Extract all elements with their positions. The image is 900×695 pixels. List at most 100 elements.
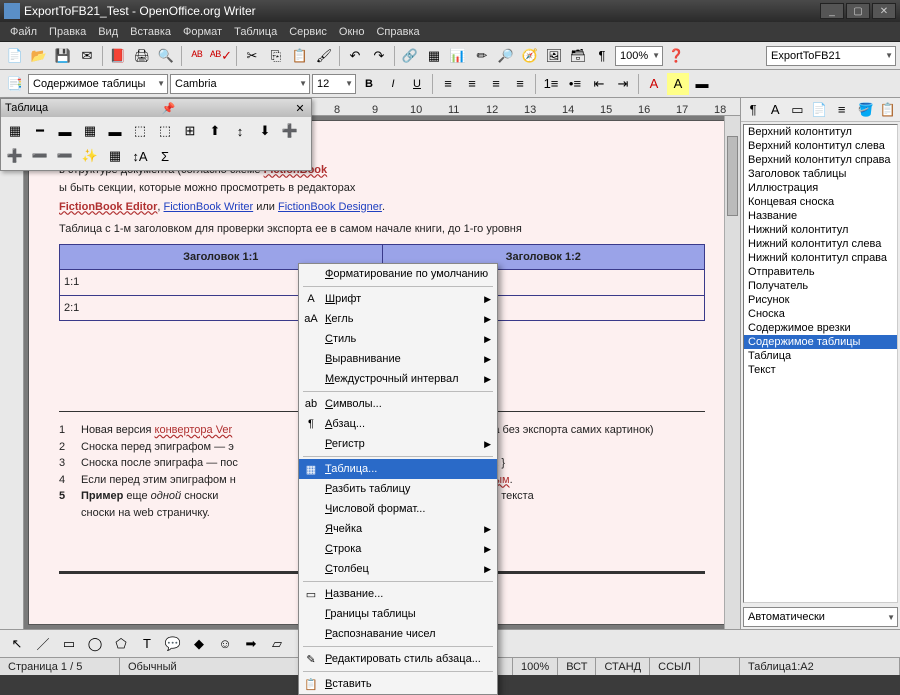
- link[interactable]: FictionBook Editor: [59, 201, 157, 213]
- tb-insertcol-icon[interactable]: ➕: [3, 144, 27, 168]
- menu-item[interactable]: Столбец▶: [299, 559, 497, 579]
- save-button[interactable]: 💾: [52, 45, 74, 67]
- nonprinting-button[interactable]: ¶: [591, 45, 613, 67]
- preview-button[interactable]: 🔍: [155, 45, 177, 67]
- menu-edit[interactable]: Правка: [43, 24, 92, 40]
- numbering-button[interactable]: 1≡: [540, 73, 562, 95]
- fontsize-combo[interactable]: 12▼: [312, 74, 356, 94]
- align-left-button[interactable]: ≡: [437, 73, 459, 95]
- tb-linestyle-icon[interactable]: ━: [28, 119, 52, 143]
- datasources-button[interactable]: 🗃: [567, 45, 589, 67]
- tb-bottom-icon[interactable]: ⬇: [253, 119, 277, 143]
- styles-button[interactable]: 📑: [4, 73, 26, 95]
- line-icon[interactable]: ／: [32, 633, 54, 655]
- print-button[interactable]: 🖨: [131, 45, 153, 67]
- parastyle-combo[interactable]: Содержимое таблицы▼: [28, 74, 168, 94]
- fontname-combo[interactable]: Cambria▼: [170, 74, 310, 94]
- status-zoom[interactable]: 100%: [513, 658, 558, 675]
- menu-file[interactable]: Файл: [4, 24, 43, 40]
- menu-item[interactable]: Регистр▶: [299, 434, 497, 454]
- arrows-icon[interactable]: ➡: [240, 633, 262, 655]
- close-icon[interactable]: ✕: [293, 102, 307, 115]
- basicshapes-icon[interactable]: ◆: [188, 633, 210, 655]
- style-item[interactable]: Нижний колонтитул: [744, 223, 897, 237]
- menu-item[interactable]: Границы таблицы: [299, 604, 497, 624]
- charstyles-icon[interactable]: A: [765, 99, 785, 121]
- menu-item[interactable]: Название...▭: [299, 584, 497, 604]
- italic-button[interactable]: I: [382, 73, 404, 95]
- menu-format[interactable]: Формат: [177, 24, 228, 40]
- style-item[interactable]: Содержимое таблицы: [744, 335, 897, 349]
- style-item[interactable]: Заголовок таблицы: [744, 167, 897, 181]
- context-menu[interactable]: Форматирование по умолчанию ШрифтA▶Кегльa…: [298, 263, 498, 695]
- symbolshapes-icon[interactable]: ☺: [214, 633, 236, 655]
- menu-item[interactable]: Символы...ab: [299, 394, 497, 414]
- menu-item[interactable]: КегльaA▶: [299, 309, 497, 329]
- bgcolor-button[interactable]: ▬: [691, 73, 713, 95]
- underline-button[interactable]: U: [406, 73, 428, 95]
- pagestyles-icon[interactable]: 📄: [809, 99, 829, 121]
- tb-optimize-icon[interactable]: ⊞: [178, 119, 202, 143]
- menu-item[interactable]: Таблица...▦: [299, 459, 497, 479]
- fontcolor-button[interactable]: A: [643, 73, 665, 95]
- align-right-button[interactable]: ≡: [485, 73, 507, 95]
- vertical-scrollbar[interactable]: [724, 116, 740, 629]
- navigator-button[interactable]: 🧭: [519, 45, 541, 67]
- menu-item[interactable]: Абзац...¶: [299, 414, 497, 434]
- show-draw-button[interactable]: ✏: [471, 45, 493, 67]
- style-item[interactable]: Таблица: [744, 349, 897, 363]
- close-button[interactable]: ✕: [872, 3, 896, 19]
- tb-bgcolor-icon[interactable]: ▬: [103, 119, 127, 143]
- tb-top-icon[interactable]: ⬆: [203, 119, 227, 143]
- menu-item[interactable]: Редактировать стиль абзаца...✎: [299, 649, 497, 669]
- style-item[interactable]: Концевая сноска: [744, 195, 897, 209]
- menu-item[interactable]: Форматирование по умолчанию: [299, 264, 497, 284]
- style-item[interactable]: Иллюстрация: [744, 181, 897, 195]
- format-paint-button[interactable]: 🖌: [313, 45, 335, 67]
- minimize-button[interactable]: _: [820, 3, 844, 19]
- menu-item[interactable]: Распознавание чисел: [299, 624, 497, 644]
- style-item[interactable]: Сноска: [744, 307, 897, 321]
- bullets-button[interactable]: •≡: [564, 73, 586, 95]
- decrease-indent-button[interactable]: ⇤: [588, 73, 610, 95]
- help-button[interactable]: ❓: [665, 45, 687, 67]
- table-button[interactable]: ▦: [423, 45, 445, 67]
- menu-item[interactable]: Междустрочный интервал▶: [299, 369, 497, 389]
- menu-window[interactable]: Окно: [333, 24, 371, 40]
- menu-item[interactable]: Выравнивание▶: [299, 349, 497, 369]
- tb-merge-icon[interactable]: ⬚: [128, 119, 152, 143]
- menu-item[interactable]: Ячейка▶: [299, 519, 497, 539]
- pdf-button[interactable]: 📕: [107, 45, 129, 67]
- style-item[interactable]: Рисунок: [744, 293, 897, 307]
- rect-icon[interactable]: ▭: [58, 633, 80, 655]
- flowchart-icon[interactable]: ▱: [266, 633, 288, 655]
- style-item[interactable]: Название: [744, 209, 897, 223]
- tb-split-icon[interactable]: ⬚: [153, 119, 177, 143]
- tb-props-icon[interactable]: ▦: [103, 144, 127, 168]
- highlight-button[interactable]: A: [667, 73, 689, 95]
- status-cell[interactable]: Таблица1:A2: [740, 658, 900, 675]
- table-toolbar[interactable]: Таблица 📌 ✕ ▦ ━ ▬ ▦ ▬ ⬚ ⬚ ⊞ ⬆ ↕ ⬇ ➕ ➕ ➖ …: [0, 98, 312, 171]
- menu-item[interactable]: Разбить таблицу: [299, 479, 497, 499]
- align-center-button[interactable]: ≡: [461, 73, 483, 95]
- email-button[interactable]: ✉: [76, 45, 98, 67]
- bold-button[interactable]: B: [358, 73, 380, 95]
- status-sel[interactable]: ССЫЛ: [650, 658, 700, 675]
- tb-borders-icon[interactable]: ▦: [78, 119, 102, 143]
- menu-item[interactable]: ШрифтA▶: [299, 289, 497, 309]
- style-item[interactable]: Верхний колонтитул: [744, 125, 897, 139]
- tb-sort-icon[interactable]: ↕A: [128, 144, 152, 168]
- style-item[interactable]: Содержимое врезки: [744, 321, 897, 335]
- menu-insert[interactable]: Вставка: [124, 24, 177, 40]
- style-item[interactable]: Текст: [744, 363, 897, 377]
- increase-indent-button[interactable]: ⇥: [612, 73, 634, 95]
- styles-list[interactable]: Верхний колонтитулВерхний колонтитул сле…: [743, 124, 898, 603]
- polygon-icon[interactable]: ⬠: [110, 633, 132, 655]
- parastyles-icon[interactable]: ¶: [743, 99, 763, 121]
- status-page[interactable]: Страница 1 / 5: [0, 658, 120, 675]
- chart-button[interactable]: 📊: [447, 45, 469, 67]
- table-toolbar-title[interactable]: Таблица 📌 ✕: [1, 99, 311, 117]
- framestyles-icon[interactable]: ▭: [787, 99, 807, 121]
- ellipse-icon[interactable]: ◯: [84, 633, 106, 655]
- select-icon[interactable]: ↖: [6, 633, 28, 655]
